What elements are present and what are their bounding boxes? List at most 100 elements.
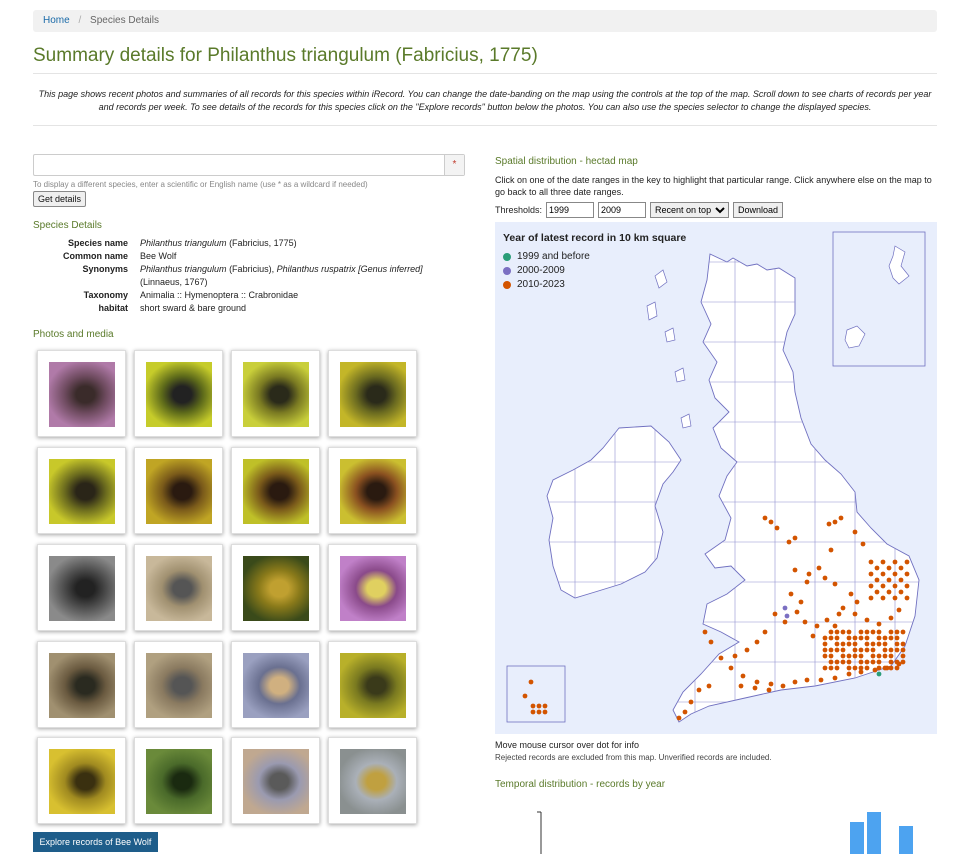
record-dot[interactable] [762,629,768,635]
record-dot[interactable] [892,571,898,577]
record-dot[interactable] [806,571,812,577]
photo-thumbnail[interactable] [328,641,417,728]
record-dot[interactable] [876,659,882,665]
record-dot[interactable] [852,611,858,617]
record-dot[interactable] [882,635,888,641]
record-dot[interactable] [852,647,858,653]
record-dot[interactable] [542,709,548,715]
record-dot[interactable] [840,647,846,653]
record-dot[interactable] [876,641,882,647]
record-dot[interactable] [868,571,874,577]
record-dot[interactable] [868,595,874,601]
record-dot[interactable] [754,679,760,685]
photo-thumbnail[interactable] [231,544,320,631]
record-dot[interactable] [822,647,828,653]
record-dot[interactable] [898,565,904,571]
record-dot[interactable] [838,515,844,521]
record-dot[interactable] [834,629,840,635]
record-dot[interactable] [888,635,894,641]
record-dot[interactable] [864,635,870,641]
photo-thumbnail[interactable] [37,447,126,534]
record-dot[interactable] [822,653,828,659]
record-dot[interactable] [832,623,838,629]
record-dot[interactable] [832,581,838,587]
record-dot[interactable] [536,709,542,715]
record-dot[interactable] [828,647,834,653]
record-dot[interactable] [864,617,870,623]
record-dot[interactable] [788,591,794,597]
record-dot[interactable] [860,541,866,547]
record-dot[interactable] [876,653,882,659]
photo-thumbnail[interactable] [134,737,223,824]
record-dot[interactable] [858,647,864,653]
threshold-1-input[interactable] [546,202,595,218]
record-dot[interactable] [880,583,886,589]
record-dot[interactable] [900,647,906,653]
photo-thumbnail[interactable] [134,641,223,728]
record-dot[interactable] [852,529,858,535]
record-dot[interactable] [858,635,864,641]
record-dot[interactable] [816,565,822,571]
record-dot[interactable] [528,679,534,685]
record-dot[interactable] [870,653,876,659]
record-dot[interactable] [822,641,828,647]
record-dot[interactable] [822,575,828,581]
record-dot[interactable] [766,687,772,693]
record-dot[interactable] [840,653,846,659]
record-dot[interactable] [846,659,852,665]
threshold-2-input[interactable] [598,202,647,218]
record-dot[interactable] [846,641,852,647]
record-dot[interactable] [864,641,870,647]
record-dot[interactable] [858,653,864,659]
record-dot[interactable] [826,521,832,527]
record-dot[interactable] [852,635,858,641]
record-dot[interactable] [874,565,880,571]
explore-records-button[interactable]: Explore records of Bee Wolf [33,832,158,852]
record-dot[interactable] [894,635,900,641]
record-dot[interactable] [870,659,876,665]
record-dot[interactable] [832,675,838,681]
record-dot[interactable] [792,679,798,685]
record-dot[interactable] [828,547,834,553]
record-dot[interactable] [772,611,778,617]
record-dot[interactable] [882,641,888,647]
record-dot[interactable] [876,621,882,627]
record-dot[interactable] [804,677,810,683]
breadcrumb-home-link[interactable]: Home [43,15,70,26]
record-dot[interactable] [732,653,738,659]
photo-thumbnail[interactable] [37,641,126,728]
record-dot[interactable] [752,685,758,691]
record-dot[interactable] [718,655,724,661]
record-dot[interactable] [840,641,846,647]
record-dot[interactable] [896,661,902,667]
record-dot[interactable] [854,599,860,605]
record-dot[interactable] [876,671,882,677]
record-dot[interactable] [888,629,894,635]
photo-thumbnail[interactable] [231,737,320,824]
record-dot[interactable] [888,647,894,653]
record-dot[interactable] [874,589,880,595]
record-dot[interactable] [888,659,894,665]
photo-thumbnail[interactable] [134,544,223,631]
photo-thumbnail[interactable] [37,544,126,631]
record-dot[interactable] [824,617,830,623]
record-dot[interactable] [536,703,542,709]
record-dot[interactable] [774,525,780,531]
record-dot[interactable] [682,709,688,715]
record-dot[interactable] [900,629,906,635]
record-dot[interactable] [852,641,858,647]
record-dot[interactable] [768,519,774,525]
record-dot[interactable] [898,577,904,583]
photo-thumbnail[interactable] [134,447,223,534]
record-dot[interactable] [786,539,792,545]
species-search-input[interactable] [34,155,444,175]
record-dot[interactable] [872,667,878,673]
record-dot[interactable] [870,629,876,635]
record-dot[interactable] [884,665,890,671]
download-button[interactable]: Download [733,202,784,218]
record-dot[interactable] [900,641,906,647]
record-dot[interactable] [794,609,800,615]
record-dot[interactable] [762,515,768,521]
photo-thumbnail[interactable] [37,737,126,824]
record-dot[interactable] [880,571,886,577]
